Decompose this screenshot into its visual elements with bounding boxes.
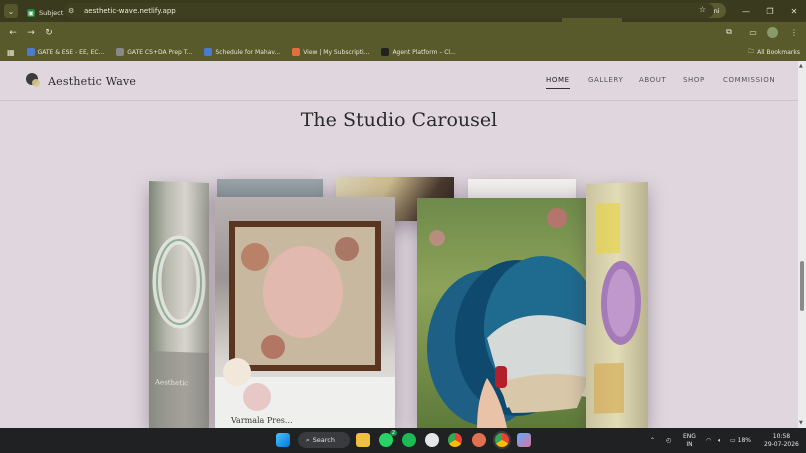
tab-search-icon[interactable]: ⌄ (4, 4, 18, 18)
bookmark-item[interactable]: View | My Subscripti... (292, 48, 369, 56)
file-explorer-icon[interactable] (356, 433, 370, 447)
bookmark-label: View | My Subscripti... (303, 48, 370, 56)
page-title: The Studio Carousel (300, 109, 498, 131)
tray-overflow-icon[interactable]: ⌃ (650, 428, 655, 453)
left-panel-caption: Aesthetic (155, 378, 189, 388)
nav-commission[interactable]: COMMISSION (723, 76, 775, 84)
nav-about[interactable]: ABOUT (639, 76, 666, 84)
extensions-icon[interactable]: ⧉ (722, 25, 736, 39)
battery-percent: 18% (737, 437, 752, 444)
windows-taskbar: ⌕ Search 2 ⌃ ◴ ENG IN ◠ 🔈︎ ▭ 18% 10:58 2… (0, 428, 806, 453)
chatgpt-icon[interactable] (425, 433, 439, 447)
bookmark-list: GATE & ESE - EE, EC... GATE CS+DA Prep T.… (26, 48, 468, 56)
site-header: Aesthetic Wave HOME GALLERY ABOUT SHOP C… (0, 61, 798, 101)
nav-shop[interactable]: SHOP (683, 76, 705, 84)
forward-icon[interactable]: → (22, 24, 40, 42)
whatsapp-icon[interactable]: 2 (379, 430, 397, 447)
whatsapp-badge: 2 (389, 430, 397, 436)
search-icon: ⌕ (306, 435, 310, 444)
page-scrollbar[interactable]: ▲ ▼ (798, 61, 806, 428)
logo-icon[interactable] (25, 72, 41, 88)
bookmark-item[interactable]: GATE CS+DA Prep T... (116, 48, 192, 56)
browser-toolbar: ← → ↻ (0, 22, 806, 43)
volume-icon[interactable]: 🔈︎ (718, 428, 722, 453)
close-window-button[interactable]: ✕ (782, 0, 806, 22)
bookmark-star-icon[interactable]: ☆ (699, 5, 706, 14)
scroll-up-icon[interactable]: ▲ (799, 63, 803, 69)
profile-avatar[interactable] (767, 27, 778, 38)
battery-indicator[interactable]: ▭ 18% (730, 428, 751, 453)
bookmark-item[interactable]: Agent Platform – Cl... (381, 48, 456, 56)
language-indicator[interactable]: ENG IN (683, 428, 696, 453)
clock-date: 29-07-2026 (764, 440, 799, 448)
bookmark-label: GATE CS+DA Prep T... (127, 48, 193, 56)
start-icon[interactable] (276, 433, 290, 447)
gemini-app-icon[interactable] (517, 433, 531, 447)
tray-app-icon[interactable]: ◴ (666, 428, 671, 453)
bookmark-item[interactable]: Schedule for Mahav... (204, 48, 280, 56)
nav-home[interactable]: HOME (546, 76, 570, 89)
bookmark-favicon-icon (26, 48, 35, 56)
clock-time: 10:58 (772, 432, 791, 440)
browser-menu-icon[interactable]: ⋮ (787, 25, 801, 39)
bookmark-label: Agent Platform – Cl... (392, 48, 456, 56)
chrome-icon[interactable] (448, 433, 462, 447)
folder-icon: 🗀 (748, 48, 755, 55)
all-bookmarks-label: All Bookmarks (757, 48, 800, 56)
spotify-icon[interactable] (402, 433, 416, 447)
taskbar-search[interactable]: ⌕ Search (298, 432, 350, 448)
clock[interactable]: 10:58 29-07-2026 (764, 428, 799, 453)
site-logo-text[interactable]: Aesthetic Wave (48, 75, 136, 88)
restore-button[interactable]: ❐ (758, 0, 782, 22)
back-icon[interactable]: ← (4, 24, 22, 42)
bookmark-favicon-icon (381, 48, 390, 56)
resin-ring-image (149, 235, 209, 428)
ocean-coasters-image (427, 208, 597, 428)
bookmark-label: GATE & ESE - EE, EC... (37, 48, 105, 56)
taskbar-search-label: Search (312, 436, 335, 444)
bookmarks-bar: ▦ GATE & ESE - EE, EC... GATE CS+DA Prep … (0, 43, 806, 61)
varmala-frame-image (215, 221, 395, 428)
claude-icon[interactable] (472, 433, 486, 447)
bookmark-label: Schedule for Mahav... (215, 48, 281, 56)
bookmark-favicon-icon (292, 48, 301, 56)
frame-panel-caption: Varmala Pres... (231, 416, 293, 425)
carousel-panel-right[interactable] (586, 181, 648, 428)
site-info-icon[interactable]: ⚙ (68, 7, 80, 15)
chrome-active-icon[interactable] (495, 433, 509, 447)
carousel-panel-coasters[interactable] (417, 198, 597, 428)
scroll-down-icon[interactable]: ▼ (799, 420, 803, 426)
carousel-panel-frame[interactable]: Varmala Pres... (215, 197, 395, 428)
scrollbar-thumb[interactable] (800, 261, 804, 311)
web-page: Aesthetic Wave HOME GALLERY ABOUT SHOP C… (0, 61, 798, 428)
studio-carousel[interactable]: Aesthetic Varmala Pres... (0, 171, 798, 428)
language-label: ENG (683, 432, 696, 440)
nav-gallery[interactable]: GALLERY (588, 76, 623, 84)
bookmark-favicon-icon (204, 48, 213, 56)
address-bar[interactable]: ⚙ aesthetic-wave.netlify.app ☆ (64, 3, 714, 18)
cast-icon[interactable]: ▭ (746, 25, 760, 39)
all-bookmarks-button[interactable]: 🗀 All Bookmarks (748, 47, 800, 57)
carousel-panel-left[interactable]: Aesthetic (149, 180, 209, 428)
purple-resin-image (594, 202, 641, 414)
bookmark-favicon-icon (116, 48, 125, 56)
minimize-button[interactable]: — (734, 0, 758, 22)
url-text[interactable]: aesthetic-wave.netlify.app (84, 7, 176, 15)
apps-grid-icon[interactable]: ▦ (7, 48, 15, 57)
region-label: IN (686, 440, 693, 448)
bookmark-item[interactable]: GATE & ESE - EE, EC... (26, 48, 105, 56)
wifi-icon[interactable]: ◠ (706, 428, 711, 453)
tab-favicon-icon: ▣ (27, 9, 35, 17)
battery-icon: ▭ (730, 437, 736, 444)
reload-icon[interactable]: ↻ (40, 24, 58, 42)
